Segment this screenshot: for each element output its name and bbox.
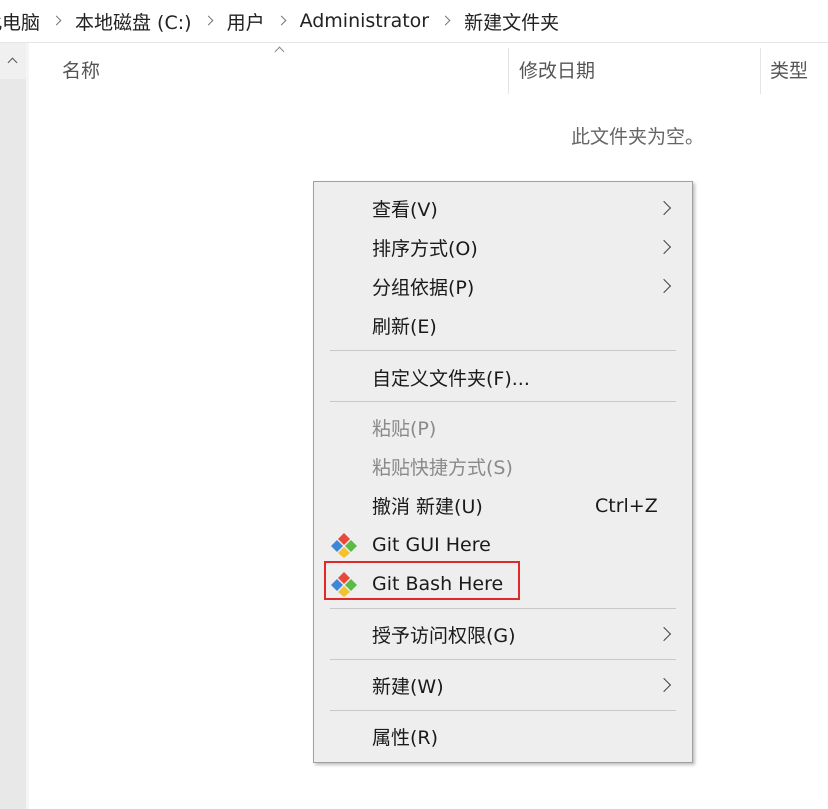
context-menu: 查看(V) 排序方式(O) 分组依据(P) 刷新(E) 自定义文件夹(F)...… [313, 181, 693, 763]
column-header-name[interactable]: 名称 [62, 43, 100, 95]
menu-item-undo-new[interactable]: 撤消 新建(U) Ctrl+Z [314, 487, 692, 524]
menu-item-label: 撤消 新建(U) [372, 496, 483, 518]
chevron-right-icon [656, 677, 672, 693]
menu-item-label: 属性(R) [372, 727, 439, 749]
chevron-right-icon [656, 278, 672, 294]
git-diamond-icon [331, 533, 357, 558]
breadcrumb-new-folder[interactable]: 新建文件夹 [464, 8, 559, 35]
chevron-right-icon[interactable] [440, 15, 451, 25]
menu-item-paste-shortcut: 粘贴快捷方式(S) [314, 448, 692, 485]
column-divider[interactable] [508, 48, 509, 94]
menu-item-view[interactable]: 查看(V) [314, 190, 692, 227]
menu-item-label: 排序方式(O) [372, 238, 478, 260]
breadcrumb-users[interactable]: 用户 [227, 8, 265, 35]
menu-item-label: 新建(W) [372, 676, 444, 698]
chevron-right-icon[interactable] [51, 15, 62, 25]
menu-item-label: Git GUI Here [372, 533, 491, 556]
menu-separator [330, 659, 676, 660]
menu-separator [330, 401, 676, 402]
chevron-right-icon [656, 626, 672, 642]
chevron-right-icon [656, 200, 672, 216]
menu-separator [330, 350, 676, 351]
empty-folder-message: 此文件夹为空。 [571, 126, 705, 148]
chevron-up-icon[interactable] [0, 43, 26, 79]
chevron-right-icon[interactable] [203, 15, 214, 25]
sort-ascending-icon [274, 46, 285, 57]
keyboard-shortcut: Ctrl+Z [595, 494, 658, 517]
navigation-pane-scrollbar[interactable] [0, 43, 26, 809]
menu-item-label: 自定义文件夹(F)... [372, 368, 530, 390]
column-divider[interactable] [760, 48, 761, 94]
breadcrumb-this-pc[interactable]: 此电脑 [0, 8, 40, 35]
menu-separator [330, 608, 676, 609]
menu-item-refresh[interactable]: 刷新(E) [314, 307, 692, 344]
menu-item-give-access[interactable]: 授予访问权限(G) [314, 616, 692, 653]
breadcrumb-administrator[interactable]: Administrator [300, 10, 430, 32]
column-header-date-modified[interactable]: 修改日期 [519, 43, 595, 95]
column-header-type[interactable]: 类型 [770, 43, 808, 95]
menu-item-git-gui[interactable]: Git GUI Here [314, 526, 692, 563]
menu-item-label: 授予访问权限(G) [372, 625, 516, 647]
menu-item-properties[interactable]: 属性(R) [314, 718, 692, 755]
menu-item-customize-folder[interactable]: 自定义文件夹(F)... [314, 359, 692, 396]
menu-item-paste: 粘贴(P) [314, 409, 692, 446]
highlight-annotation-box [324, 561, 520, 600]
menu-separator [330, 710, 676, 711]
menu-item-label: 查看(V) [372, 199, 438, 221]
menu-item-label: 刷新(E) [372, 316, 437, 338]
menu-item-sort-by[interactable]: 排序方式(O) [314, 229, 692, 266]
menu-item-group-by[interactable]: 分组依据(P) [314, 268, 692, 305]
breadcrumb-local-disk[interactable]: 本地磁盘 (C:) [75, 8, 192, 35]
menu-item-new[interactable]: 新建(W) [314, 667, 692, 704]
pane-divider[interactable] [26, 43, 29, 809]
menu-item-label: 分组依据(P) [372, 277, 475, 299]
chevron-right-icon[interactable] [276, 15, 287, 25]
breadcrumb: 此电脑 本地磁盘 (C:) 用户 Administrator 新建文件夹 [0, 0, 828, 43]
chevron-right-icon [656, 239, 672, 255]
menu-item-label: 粘贴快捷方式(S) [372, 457, 513, 479]
menu-item-label: 粘贴(P) [372, 418, 437, 440]
